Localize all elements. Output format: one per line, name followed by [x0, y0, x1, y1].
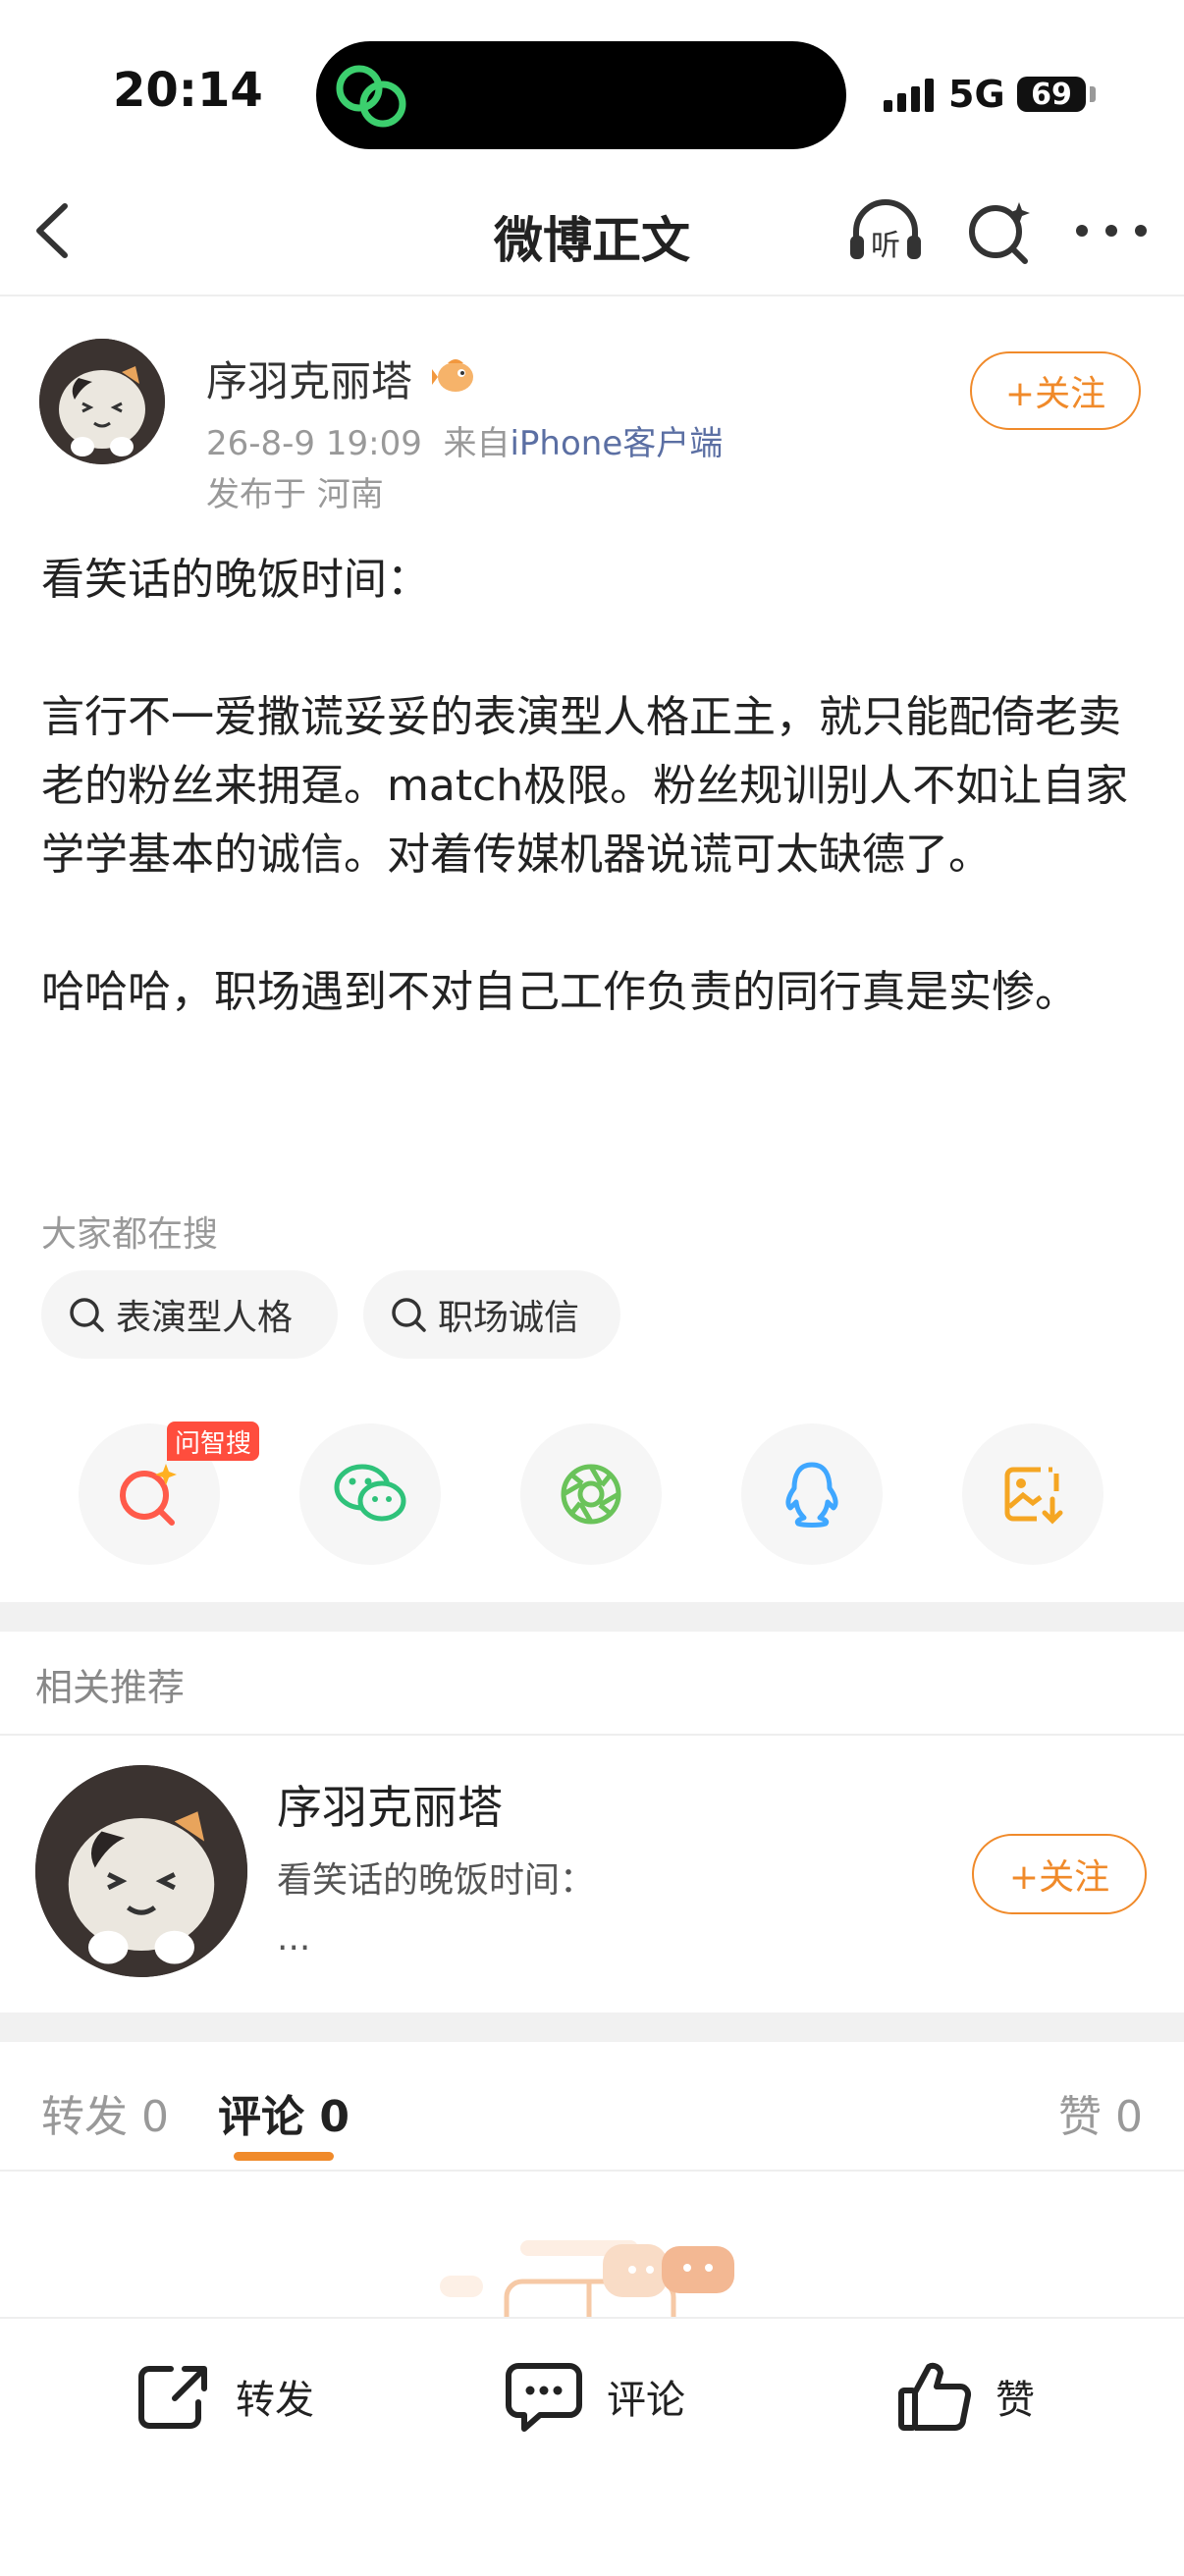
- svg-text:听: 听: [871, 229, 900, 263]
- listen-icon[interactable]: 听: [846, 196, 925, 265]
- author-avatar[interactable]: [39, 339, 165, 464]
- tab-divider: [0, 2170, 1184, 2172]
- app-link-icon: [336, 65, 406, 128]
- fish-badge-icon: [432, 359, 473, 392]
- post-paragraph: 哈哈哈，职场遇到不对自己工作负责的同行真是实惨。: [41, 967, 1078, 1017]
- comment-label: 评论: [607, 2378, 685, 2423]
- signal-icon: [884, 79, 934, 112]
- network-type: 5G: [948, 73, 1005, 116]
- status-time: 20:14: [113, 63, 263, 118]
- ai-search-icon[interactable]: [964, 196, 1035, 267]
- battery-icon: 69: [1017, 77, 1086, 112]
- like-button[interactable]: 赞: [897, 2354, 1035, 2439]
- wechat-icon: [334, 1464, 406, 1522]
- repost-label: 转发: [236, 2378, 314, 2423]
- related-avatar[interactable]: [35, 1765, 247, 1977]
- comment-button[interactable]: 评论: [505, 2354, 685, 2439]
- search-icon: [392, 1298, 426, 1332]
- post-source[interactable]: iPhone客户端: [510, 424, 723, 463]
- empty-illustration: [440, 2240, 734, 2317]
- avatar-image: [39, 339, 165, 464]
- author-name[interactable]: 序羽克丽塔: [206, 349, 412, 408]
- search-icon: [70, 1298, 104, 1332]
- follow-button[interactable]: +关注: [970, 351, 1141, 430]
- qq-icon: [785, 1462, 838, 1528]
- related-title: 相关推荐: [35, 1666, 186, 1709]
- share-moments-button[interactable]: [520, 1423, 662, 1565]
- repost-button[interactable]: 转发: [135, 2354, 314, 2439]
- tab-like[interactable]: 赞 0: [1058, 2081, 1143, 2144]
- post-time: 26-8-9 19:09: [206, 424, 422, 463]
- post-body: 看笑话的晚饭时间： 言行不一爱撒谎妥妥的表演型人格正主，就只能配倚老卖老的粉丝来…: [41, 546, 1151, 1027]
- search-chip[interactable]: 职场诚信: [363, 1270, 620, 1359]
- search-chip[interactable]: 表演型人格: [41, 1270, 338, 1359]
- wenzhisou-badge: 问智搜: [167, 1422, 260, 1461]
- share-wechat-button[interactable]: [299, 1423, 441, 1565]
- hot-search-label: 大家都在搜: [41, 1214, 219, 1255]
- comment-icon: [506, 2363, 582, 2432]
- share-qq-button[interactable]: [741, 1423, 883, 1565]
- ai-search-icon: [120, 1464, 177, 1526]
- related-text[interactable]: 看笑话的晚饭时间：: [277, 1852, 595, 1903]
- tab-comment[interactable]: 评论 0: [218, 2081, 350, 2144]
- thumbs-up-icon: [898, 2362, 972, 2431]
- search-chip-label: 职场诚信: [438, 1298, 580, 1338]
- save-image-button[interactable]: [962, 1423, 1103, 1565]
- related-name[interactable]: 序羽克丽塔: [277, 1772, 503, 1837]
- tab-active-indicator: [234, 2152, 334, 2161]
- search-chip-label: 表演型人格: [116, 1298, 294, 1338]
- related-follow-button[interactable]: +关注: [972, 1834, 1147, 1914]
- save-image-icon: [1004, 1467, 1063, 1525]
- section-separator: [0, 2012, 1184, 2042]
- moments-icon: [561, 1464, 621, 1525]
- section-separator: [0, 1602, 1184, 1632]
- nav-divider: [0, 295, 1184, 296]
- related-ellipsis: ...: [277, 1918, 311, 1959]
- post-meta: 26-8-9 19:09 来自iPhone客户端: [206, 416, 723, 464]
- more-icon[interactable]: [1072, 216, 1151, 245]
- like-label: 赞: [996, 2378, 1035, 2423]
- post-paragraph: 言行不一爱撒谎妥妥的表演型人格正主，就只能配倚老卖老的粉丝来拥趸。match极限…: [41, 692, 1129, 880]
- tab-repost[interactable]: 转发 0: [41, 2081, 169, 2144]
- related-divider: [0, 1734, 1184, 1736]
- post-from: 来自: [443, 424, 511, 463]
- battery-tip: [1090, 86, 1096, 102]
- avatar-image: [35, 1765, 247, 1977]
- share-icon: [138, 2366, 207, 2429]
- post-paragraph: 看笑话的晚饭时间：: [41, 555, 430, 605]
- post-location: 发布于 河南: [206, 475, 384, 514]
